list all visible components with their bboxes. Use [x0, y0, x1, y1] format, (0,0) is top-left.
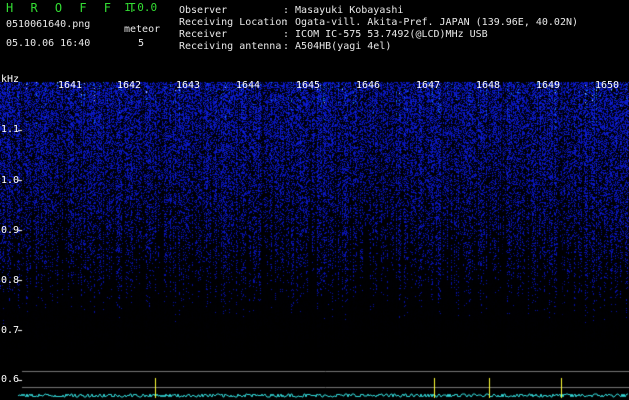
receiver-value: : ICOM IC-575 53.7492(@LCD)MHz USB	[283, 29, 488, 40]
file-name: 0510061640.png	[6, 19, 91, 30]
minute-tick-label: 1642	[117, 80, 142, 91]
frequency-tick-label: 0.8	[1, 275, 20, 286]
frequency-tick-label: 0.6	[1, 374, 20, 385]
antenna-label: Receiving antenna	[179, 41, 282, 52]
frequency-tick-label: 0.9	[1, 225, 20, 236]
minute-tick-label: 1650	[595, 80, 620, 91]
spectrogram-canvas	[0, 76, 629, 400]
minute-tick-label: 1645	[296, 80, 321, 91]
frequency-tick-label: 0.7	[1, 325, 20, 336]
observer-label: Observer	[179, 5, 228, 16]
minute-tick-label: 1649	[536, 80, 561, 91]
meteor-count: 5	[138, 38, 145, 49]
frequency-tick-label: 1.1	[1, 124, 20, 135]
antenna-value: : A504HB(yagi 4el)	[283, 41, 392, 52]
minute-tick-label: 1643	[176, 80, 201, 91]
frequency-unit-label: kHz	[1, 74, 20, 85]
location-label: Receiving Location	[179, 17, 288, 28]
meteor-label: meteor	[124, 24, 161, 35]
observer-value: : Masayuki Kobayashi	[283, 5, 404, 16]
minute-tick-label: 1647	[416, 80, 441, 91]
app-version: 1.0.0	[124, 1, 158, 14]
receiver-label: Receiver	[179, 29, 228, 40]
minute-tick-label: 1644	[236, 80, 261, 91]
frequency-tick-label: 1.0	[1, 175, 20, 186]
minute-tick-label: 1646	[356, 80, 381, 91]
minute-tick-label: 1641	[58, 80, 83, 91]
location-value: : Ogata-vill. Akita-Pref. JAPAN (139.96E…	[283, 17, 579, 28]
minute-tick-label: 1648	[476, 80, 501, 91]
timestamp: 05.10.06 16:40	[6, 38, 91, 49]
app-title: H R O F F T	[6, 1, 141, 15]
